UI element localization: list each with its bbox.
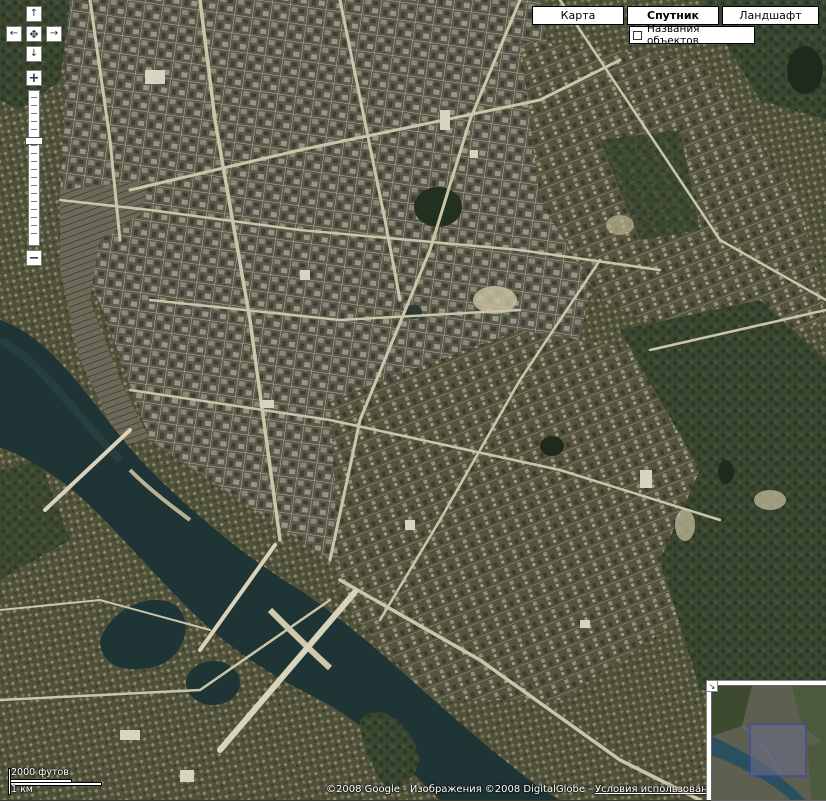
zoom-tick <box>31 185 37 186</box>
zoom-in-button[interactable]: + <box>26 70 42 86</box>
zoom-slider-thumb[interactable] <box>25 137 43 146</box>
scale-imperial-label: 2000 футов <box>11 767 69 778</box>
pan-up-icon[interactable]: ↑ <box>26 6 42 22</box>
overview-map[interactable]: ↘ <box>706 680 826 801</box>
zoom-tick <box>31 225 37 226</box>
copyright-text: ©2008 Google - Изображения ©2008 Digital… <box>326 784 595 795</box>
terms-of-use-link[interactable]: Условия использования <box>595 784 720 795</box>
zoom-tick <box>31 201 37 202</box>
zoom-tick <box>31 113 37 114</box>
pan-right-icon[interactable]: → <box>46 26 62 42</box>
zoom-tick <box>31 233 37 234</box>
zoom-tick <box>31 121 37 122</box>
pan-down-icon[interactable]: ↓ <box>26 46 42 62</box>
overview-viewport-rect <box>749 723 807 777</box>
copyright-notice: ©2008 Google - Изображения ©2008 Digital… <box>326 784 720 795</box>
zoom-tick <box>31 129 37 130</box>
zoom-tick <box>31 193 37 194</box>
overview-imagery <box>712 686 826 800</box>
zoom-tick <box>31 161 37 162</box>
map-type-map-button[interactable]: Карта <box>532 6 624 25</box>
pan-left-icon[interactable]: ← <box>6 26 22 42</box>
overview-collapse-icon[interactable]: ↘ <box>706 680 718 692</box>
zoom-tick <box>31 209 37 210</box>
pan-center-icon[interactable]: ✥ <box>26 26 42 42</box>
labels-checkbox[interactable] <box>633 30 642 40</box>
labels-toggle[interactable]: Названия объектов <box>629 23 755 47</box>
zoom-out-button[interactable]: − <box>26 250 42 266</box>
zoom-tick <box>31 153 37 154</box>
zoom-slider-track[interactable] <box>28 90 40 246</box>
pan-control: ↑ ← ✥ → ↓ <box>6 6 62 62</box>
overview-map-view[interactable] <box>711 685 826 801</box>
satellite-imagery[interactable] <box>0 0 826 800</box>
labels-toggle-label: Названия объектов <box>646 23 700 47</box>
zoom-tick <box>31 97 37 98</box>
zoom-tick <box>31 217 37 218</box>
zoom-tick <box>31 105 37 106</box>
zoom-tick <box>31 177 37 178</box>
scale-bar: 2000 футов 1 км <box>5 765 105 795</box>
zoom-tick <box>31 169 37 170</box>
satellite-map[interactable] <box>0 0 826 800</box>
scale-metric-label: 1 км <box>11 784 33 795</box>
